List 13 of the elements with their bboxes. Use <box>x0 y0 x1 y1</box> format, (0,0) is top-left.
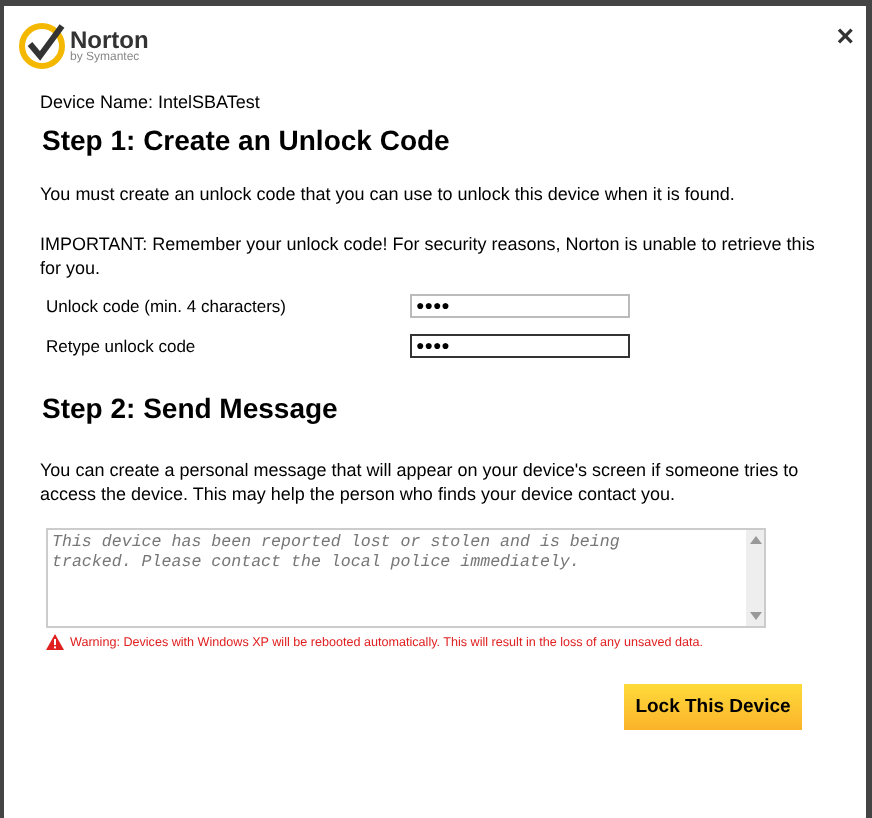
close-button[interactable]: × <box>836 22 854 54</box>
device-name: Device Name: IntelSBATest <box>40 92 262 112</box>
step-heading: Step 2: Send Message <box>42 392 340 424</box>
warning-icon <box>46 634 64 650</box>
field-label: Retype unlock code <box>46 336 198 356</box>
instruction-text: You must create an unlock code that you can use to unlock this device when it is found. <box>40 182 737 206</box>
lock-device-button[interactable]: Lock This Device <box>624 684 802 730</box>
logo-name: Norton <box>70 28 149 52</box>
important-text: IMPORTANT: Remember your unlock code! For security reasons, Norton is unable to retrieve this for you. <box>40 232 817 280</box>
step-heading: Step 1: Create an Unlock Code <box>42 124 452 156</box>
instruction-text: You can create a personal message that will appear on your device's screen if someone tries to access the device. This may help the person who finds your device contact you. <box>40 458 801 506</box>
field-label: Unlock code (min. 4 characters) <box>46 296 288 316</box>
check-logo-icon <box>18 22 66 70</box>
